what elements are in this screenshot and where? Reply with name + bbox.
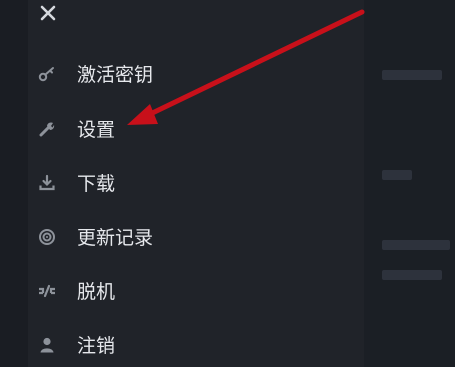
menu-item-changelog[interactable]: 更新记录	[28, 215, 364, 261]
offline-icon	[36, 280, 58, 302]
key-icon	[36, 63, 58, 85]
close-icon	[40, 5, 56, 21]
menu-item-download[interactable]: 下载	[28, 161, 364, 207]
menu-item-label: 设置	[77, 119, 116, 141]
menu-item-offline[interactable]: 脱机	[28, 269, 364, 315]
menu-item-label: 下载	[77, 173, 116, 195]
menu-item-label: 注销	[77, 335, 116, 357]
background-text-line	[382, 240, 450, 250]
menu-item-label: 激活密钥	[77, 64, 154, 86]
user-icon	[36, 334, 58, 356]
background-content-panel	[364, 0, 455, 367]
menu-item-label: 更新记录	[77, 227, 154, 249]
wrench-icon	[36, 118, 58, 140]
app-window: 激活密钥 设置 下载 更新记录 脱机 注销	[0, 0, 455, 367]
background-text-line	[382, 170, 412, 180]
background-text-line	[382, 70, 442, 80]
background-text-line	[382, 270, 442, 280]
left-strip	[0, 0, 28, 367]
close-button[interactable]	[37, 2, 59, 24]
menu-item-settings[interactable]: 设置	[28, 107, 364, 153]
menu-item-logout[interactable]: 注销	[28, 323, 364, 367]
menu-item-label: 脱机	[77, 281, 116, 303]
changelog-icon	[36, 226, 58, 248]
download-icon	[36, 172, 58, 194]
menu-item-activate-key[interactable]: 激活密钥	[28, 52, 364, 98]
